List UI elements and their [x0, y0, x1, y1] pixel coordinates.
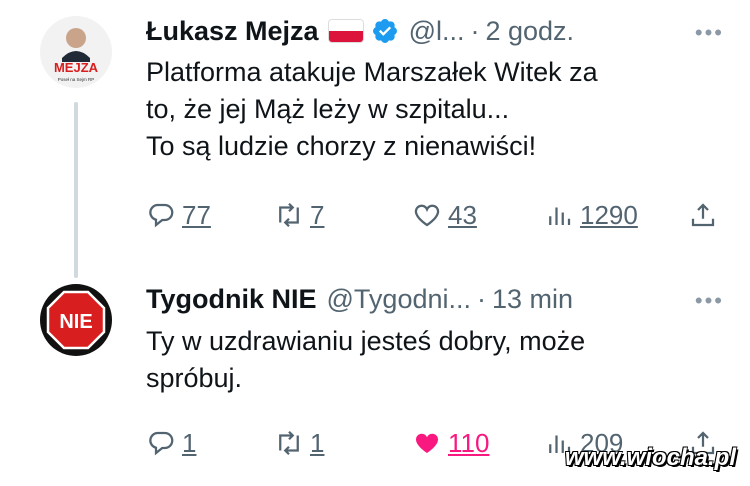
thread-connector — [74, 102, 78, 278]
retweet-button[interactable]: 7 — [274, 198, 324, 232]
tweet-text: Platforma atakuje Marszałek Witek za to,… — [146, 54, 730, 165]
avatar-logo-text: NIE — [59, 311, 92, 333]
avatar[interactable]: MEJZA Poseł na Sejm RP — [40, 16, 112, 88]
reply-icon — [149, 203, 174, 228]
reply-count: 1 — [182, 427, 197, 458]
heart-icon — [414, 204, 440, 227]
avatar[interactable]: NIE — [40, 284, 112, 356]
tweet-header: Łukasz Mejza @l... · 2 godz. ••• — [146, 14, 730, 48]
tweet-text-line: Platforma atakuje Marszałek Witek za — [146, 57, 598, 87]
tweet-1[interactable]: MEJZA Poseł na Sejm RP Łukasz Mejza @l..… — [0, 0, 750, 278]
tweet-text-line: Ty w uzdrawianiu jesteś dobry, może — [146, 326, 586, 356]
timestamp[interactable]: 2 godz. — [485, 16, 574, 47]
analytics-icon — [549, 207, 571, 225]
tweet-text-line: To są ludzie chorzy z nienawiści! — [146, 131, 537, 161]
timestamp[interactable]: 13 min — [492, 284, 573, 315]
tweet-header: Tygodnik NIE @Tygodni... · 13 min ••• — [146, 282, 730, 316]
share-button[interactable] — [688, 198, 718, 232]
reply-icon — [149, 431, 174, 456]
retweet-icon — [279, 202, 299, 228]
poland-flag-icon — [328, 20, 363, 42]
retweet-button[interactable]: 1 — [274, 426, 324, 460]
author-name[interactable]: Tygodnik NIE — [146, 284, 317, 315]
reply-button[interactable]: 1 — [146, 426, 196, 460]
heart-filled-icon — [415, 433, 439, 453]
like-count: 110 — [448, 427, 490, 458]
avatar-logo-text: MEJZA — [54, 60, 99, 75]
reply-count: 77 — [182, 199, 211, 230]
view-count: 1290 — [580, 199, 638, 230]
action-bar: 77 7 43 1290 — [146, 198, 730, 232]
like-button[interactable]: 110 — [412, 426, 489, 460]
like-button[interactable]: 43 — [412, 198, 477, 232]
retweet-count: 7 — [310, 199, 325, 230]
author-name[interactable]: Łukasz Mejza — [146, 16, 319, 47]
more-options-icon[interactable]: ••• — [695, 288, 724, 314]
avatar-subtext: Poseł na Sejm RP — [58, 77, 95, 82]
tweet-text: Ty w uzdrawianiu jesteś dobry, może spró… — [146, 323, 730, 397]
author-handle[interactable]: @l... — [409, 16, 465, 47]
tweet-text-line: to, że jej Mąż leży w szpitalu... — [146, 94, 510, 124]
retweet-count: 1 — [310, 427, 325, 458]
watermark: www.wiocha.pl — [564, 444, 736, 471]
like-count: 43 — [448, 199, 477, 230]
separator-dot: · — [470, 15, 480, 46]
reply-button[interactable]: 77 — [146, 198, 211, 232]
tweet-text-line: spróbuj. — [146, 363, 243, 393]
author-handle[interactable]: @Tygodni... — [327, 284, 471, 315]
retweet-icon — [279, 430, 299, 456]
more-options-icon[interactable]: ••• — [695, 20, 724, 46]
verified-badge-icon — [372, 19, 397, 43]
views-button[interactable]: 1290 — [544, 198, 638, 232]
share-icon — [691, 203, 715, 227]
separator-dot: · — [477, 283, 486, 314]
